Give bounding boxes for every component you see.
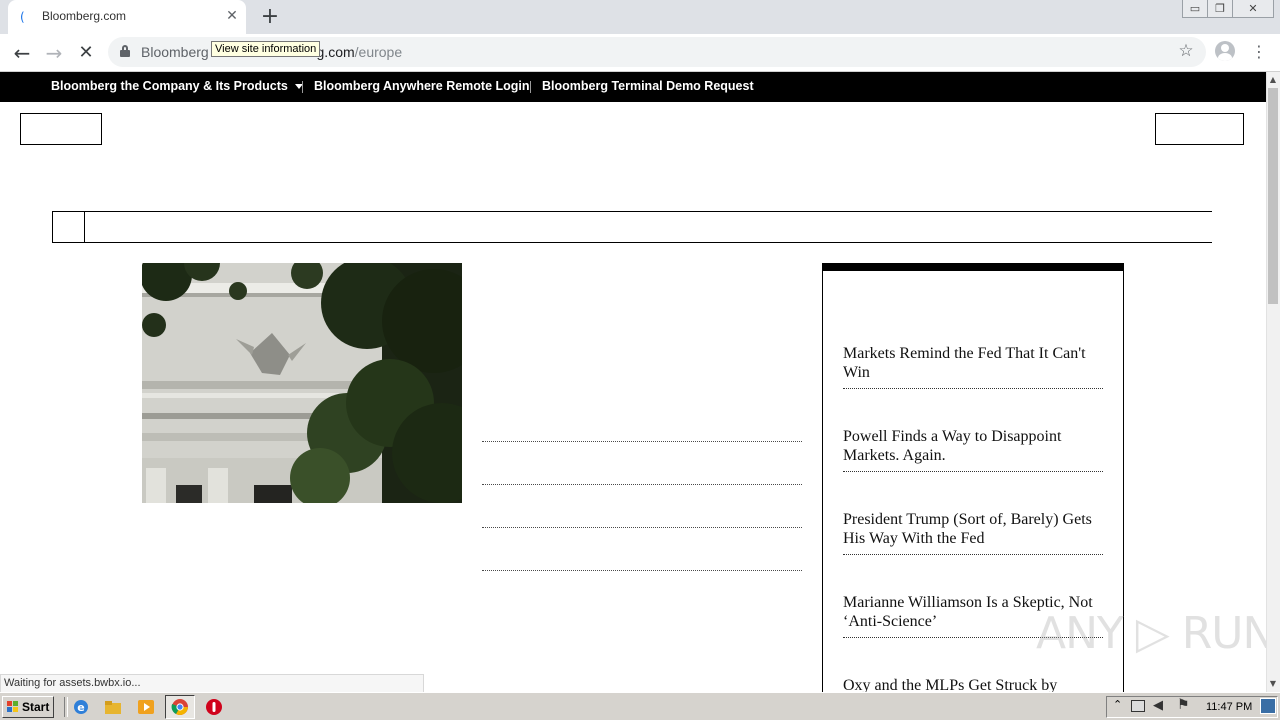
chrome-menu-icon[interactable]: ⋮ [1249, 42, 1269, 62]
status-bar: Waiting for assets.bwbx.io... [0, 674, 424, 693]
bookmark-star-icon[interactable]: ☆ [1177, 42, 1195, 60]
opinion-divider [843, 554, 1103, 555]
chrome-icon [171, 699, 188, 716]
url-site-name: Bloomberg [141, 44, 209, 60]
opinion-headline[interactable]: Markets Remind the Fed That It Can't Win [843, 344, 1103, 382]
opinion-divider [843, 471, 1103, 472]
windows-logo-icon [7, 701, 19, 713]
lock-icon[interactable] [120, 45, 130, 57]
nav-divider [530, 81, 531, 93]
nav-terminal-demo[interactable]: Bloomberg Terminal Demo Request [542, 72, 754, 102]
story-divider [482, 484, 802, 485]
sign-in-button-placeholder[interactable] [1155, 113, 1244, 145]
show-hidden-icons-icon[interactable]: ⌃ [1113, 698, 1122, 711]
top-navigation: Bloomberg the Company & Its Products Blo… [0, 72, 1266, 102]
scroll-up-icon[interactable]: ▲ [1266, 73, 1280, 87]
scrollbar-thumb[interactable] [1268, 88, 1278, 304]
back-button[interactable]: ← [9, 40, 35, 66]
section-nav-bar [52, 211, 1212, 243]
nav-divider [302, 81, 303, 93]
media-player-icon[interactable] [137, 698, 155, 716]
close-tab-icon[interactable]: ✕ [224, 8, 240, 24]
close-window-button[interactable]: ✕ [1232, 0, 1274, 18]
restore-button[interactable]: ❐ [1207, 0, 1233, 18]
federal-reserve-photo[interactable] [142, 263, 462, 503]
start-label: Start [22, 700, 50, 714]
svg-text:e: e [77, 701, 84, 714]
taskbar-chrome-active[interactable] [165, 695, 195, 719]
story-divider [482, 441, 802, 442]
profile-avatar-icon[interactable] [1215, 41, 1235, 61]
section-nav-divider [84, 211, 85, 243]
tab-title: Bloomberg.com [42, 9, 127, 23]
browser-tab[interactable]: ( Bloomberg.com ✕ [8, 0, 246, 34]
url-path: /europe [354, 44, 403, 60]
taskbar: Start e ⌃ ◀ ⚑ 11:47 PM [0, 692, 1280, 720]
nav-company-products[interactable]: Bloomberg the Company & Its Products [51, 72, 303, 102]
security-alert-icon[interactable] [205, 698, 223, 716]
nav-company-products-label: Bloomberg the Company & Its Products [51, 79, 288, 93]
file-explorer-icon[interactable] [104, 698, 122, 716]
new-tab-button[interactable]: + [258, 5, 282, 29]
network-icon[interactable] [1131, 700, 1145, 712]
nav-anywhere-login[interactable]: Bloomberg Anywhere Remote Login [314, 72, 530, 102]
story-divider [482, 570, 802, 571]
opinion-divider [843, 388, 1103, 389]
opinion-headline[interactable]: President Trump (Sort of, Barely) Gets H… [843, 510, 1103, 548]
internet-explorer-icon[interactable]: e [72, 698, 90, 716]
action-center-flag-icon[interactable]: ⚑ [1177, 697, 1190, 713]
anyrun-watermark: ANY ▷ RUN [1036, 608, 1275, 659]
forward-button[interactable]: → [41, 40, 67, 66]
volume-icon[interactable]: ◀ [1153, 698, 1163, 713]
taskbar-clock[interactable]: 11:47 PM [1206, 693, 1252, 721]
minimize-button[interactable]: ▭ [1182, 0, 1208, 18]
opinion-headline[interactable]: Powell Finds a Way to Disappoint Markets… [843, 427, 1103, 465]
story-divider [482, 527, 802, 528]
menu-button-placeholder[interactable] [20, 113, 102, 145]
favicon-icon: ( [20, 10, 25, 24]
scroll-down-icon[interactable]: ▼ [1266, 677, 1280, 691]
show-desktop-icon[interactable] [1260, 698, 1276, 714]
site-info-tooltip: View site information [211, 41, 321, 57]
start-button[interactable]: Start [2, 696, 54, 718]
taskbar-divider [64, 697, 68, 717]
stop-loading-button[interactable]: ✕ [73, 40, 99, 66]
browser-toolbar: ← → ✕ Bloombergwww.bloomberg.com/europe [0, 34, 1280, 72]
